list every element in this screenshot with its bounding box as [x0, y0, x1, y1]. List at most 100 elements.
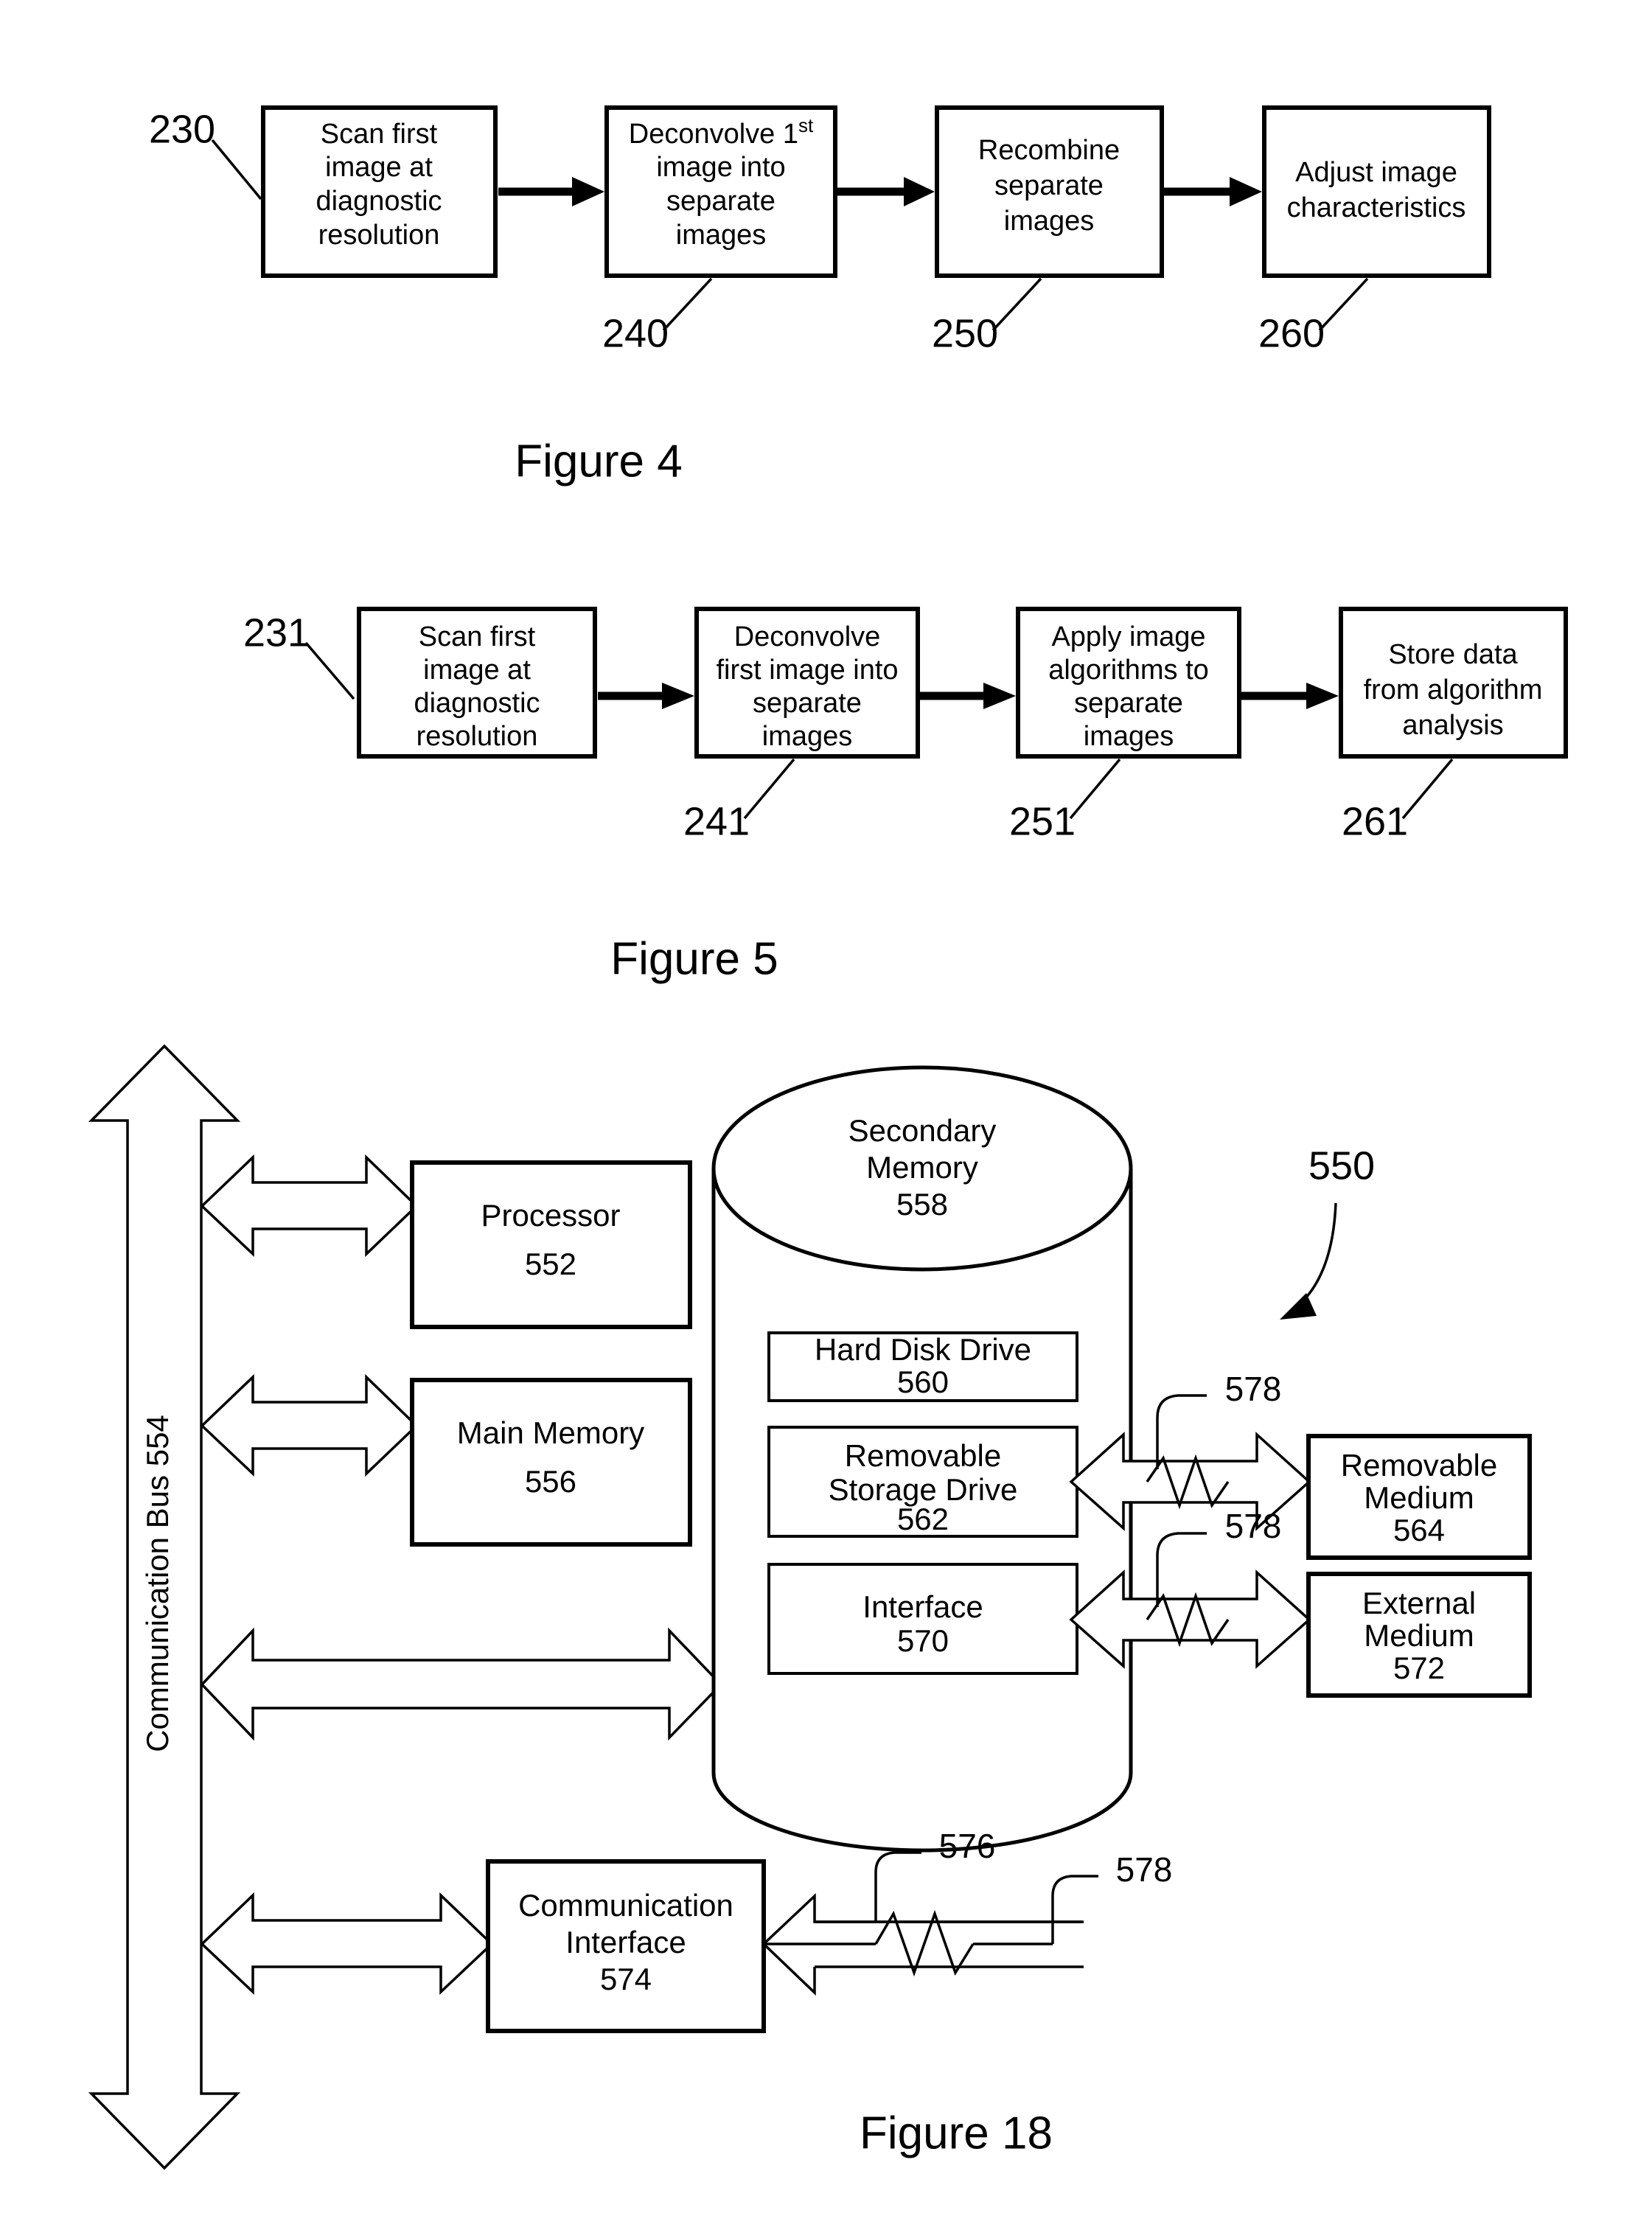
system-ref-550: 550 [1280, 1143, 1375, 1320]
fig5-box-261-line-0: Store data [1388, 639, 1518, 670]
figure-4-caption: Figure 4 [515, 436, 682, 487]
fig5-box-231-line-0: Scan first [419, 621, 536, 652]
fig5-ref-261: 261 [1342, 758, 1454, 843]
fig4-ref-250: 250 [932, 277, 1042, 355]
patent-figure-sheet: 230 Scan first image at diagnostic resol… [0, 0, 1652, 2230]
fig4-box-250-line-1: separate [994, 170, 1104, 201]
fig5-ref-241-label: 241 [683, 799, 750, 843]
removable-storage-drive-label-1: Removable [845, 1438, 1001, 1473]
fig5-box-231-line-3: resolution [417, 721, 538, 752]
fig4-box-260: Adjust image characteristics [1262, 105, 1491, 278]
fig5-box-251-line-3: images [1084, 721, 1174, 752]
system-ref-550-label: 550 [1308, 1143, 1375, 1188]
bus-processor-arrow [200, 1154, 419, 1258]
hard-disk-drive-label: Hard Disk Drive [815, 1332, 1031, 1367]
processor-box: Processor 552 [410, 1160, 692, 1329]
communication-bus-label: Communication Bus 554 [140, 1415, 175, 1752]
processor-label: Processor [481, 1198, 620, 1233]
fig5-box-261-line-2: analysis [1402, 710, 1503, 741]
hard-disk-drive-ref: 560 [897, 1365, 949, 1399]
fig5-ref-231-label: 231 [243, 610, 310, 655]
external-link-ref: 578 [1225, 1507, 1282, 1545]
fig5-box-261: Store data from algorithm analysis [1339, 607, 1568, 759]
fig4-box-260-line-0: Adjust image [1295, 157, 1457, 188]
fig4-box-250-line-2: images [1004, 206, 1095, 237]
figure-5: 231 Scan first image at diagnostic resol… [243, 607, 1568, 984]
fig4-arrow-1 [498, 177, 604, 206]
fig5-box-251: Apply image algorithms to separate image… [1016, 607, 1241, 759]
bus-main-memory-arrow [200, 1373, 419, 1477]
fig5-arrow-2 [920, 683, 1016, 709]
fig5-box-251-line-0: Apply image [1051, 621, 1205, 652]
fig5-box-241-line-2: separate [753, 688, 862, 719]
fig4-ref-260-label: 260 [1258, 311, 1325, 355]
fig4-ref-250-label: 250 [932, 311, 998, 355]
hard-disk-drive-box: Hard Disk Drive 560 [767, 1331, 1078, 1402]
fig4-box-240: Deconvolve 1st image into separate image… [604, 105, 837, 278]
communication-interface-label-1: Communication [518, 1888, 733, 1923]
removable-medium-label-1: Removable [1341, 1448, 1497, 1482]
main-memory-label: Main Memory [457, 1415, 644, 1450]
fig4-box-240-line-0: Deconvolve 1st [629, 114, 814, 150]
fig4-box-250-line-0: Recombine [978, 135, 1120, 166]
processor-ref: 552 [525, 1247, 576, 1281]
communication-interface-box: Communication Interface 574 [486, 1859, 766, 2033]
fig4-box-240-line-1: image into [656, 152, 785, 183]
removable-medium-label-2: Medium [1364, 1480, 1474, 1515]
figure-4: 230 Scan first image at diagnostic resol… [149, 105, 1491, 487]
fig4-box-230-line-2: diagnostic [316, 186, 442, 217]
main-memory-box: Main Memory 556 [410, 1378, 692, 1547]
fig4-box-230-line-1: image at [325, 152, 433, 183]
fig4-ref-230-label: 230 [149, 107, 215, 151]
fig5-box-231-line-1: image at [423, 655, 531, 686]
figure-18: Communication Bus 554 Processor 552 Main… [88, 1044, 1532, 2170]
external-medium-label-2: Medium [1364, 1618, 1474, 1653]
communication-link-ref: 578 [1116, 1850, 1173, 1889]
figure-5-caption: Figure 5 [610, 933, 778, 984]
removable-storage-drive-ref: 562 [897, 1502, 949, 1536]
fig4-ref-260: 260 [1258, 277, 1369, 355]
fig4-box-230: Scan first image at diagnostic resolutio… [261, 105, 498, 278]
bus-secondary-memory-arrow [200, 1627, 723, 1741]
fig4-box-260-line-1: characteristics [1287, 192, 1466, 223]
external-medium-box: External Medium 572 [1306, 1572, 1532, 1698]
fig5-box-241-line-0: Deconvolve [734, 621, 881, 652]
removable-medium-box: Removable Medium 564 [1306, 1434, 1532, 1560]
fig4-ref-240-label: 240 [602, 311, 669, 355]
fig5-box-241: Deconvolve first image into separate ima… [694, 607, 920, 759]
fig5-arrow-1 [598, 683, 694, 709]
bus-communication-interface-arrow [200, 1892, 494, 1996]
fig5-box-231: Scan first image at diagnostic resolutio… [357, 607, 597, 759]
fig4-box-250: Recombine separate images [935, 105, 1164, 278]
fig5-box-241-line-3: images [762, 721, 853, 752]
interface-label: Interface [862, 1589, 983, 1624]
fig4-box-230-line-0: Scan first [321, 119, 438, 150]
fig5-ref-251: 251 [1009, 758, 1121, 843]
external-medium-label-1: External [1362, 1586, 1476, 1620]
interface-box: Interface 570 [767, 1563, 1078, 1675]
fig5-box-231-line-2: diagnostic [414, 688, 540, 719]
fig5-arrow-3 [1241, 683, 1339, 709]
interface-ref: 570 [897, 1623, 949, 1658]
fig4-box-240-line-2: separate [666, 186, 776, 217]
communication-channel-ref: 576 [939, 1827, 996, 1865]
fig4-box-240-line-3: images [676, 220, 767, 251]
figure-18-caption: Figure 18 [860, 2108, 1053, 2158]
external-medium-ref: 572 [1393, 1651, 1445, 1685]
removable-medium-ref: 564 [1393, 1513, 1445, 1547]
removable-storage-drive-box: Removable Storage Drive 562 [767, 1426, 1078, 1538]
fig4-box-230-line-3: resolution [318, 220, 440, 251]
removable-link-ref: 578 [1225, 1370, 1282, 1408]
communication-channel-arrow: 576 578 [762, 1827, 1173, 1996]
secondary-memory-label-2: Memory [866, 1150, 978, 1185]
fig5-ref-251-label: 251 [1009, 799, 1076, 843]
secondary-memory-ref: 558 [896, 1187, 948, 1222]
fig5-ref-231: 231 [243, 610, 355, 700]
secondary-memory-label-1: Secondary [848, 1113, 997, 1148]
fig5-ref-261-label: 261 [1342, 799, 1408, 843]
fig4-arrow-3 [1164, 177, 1262, 206]
communication-interface-label-2: Interface [565, 1925, 686, 1959]
fig5-ref-241: 241 [683, 758, 795, 843]
main-memory-ref: 556 [525, 1464, 576, 1499]
fig5-box-251-line-2: separate [1074, 688, 1183, 719]
